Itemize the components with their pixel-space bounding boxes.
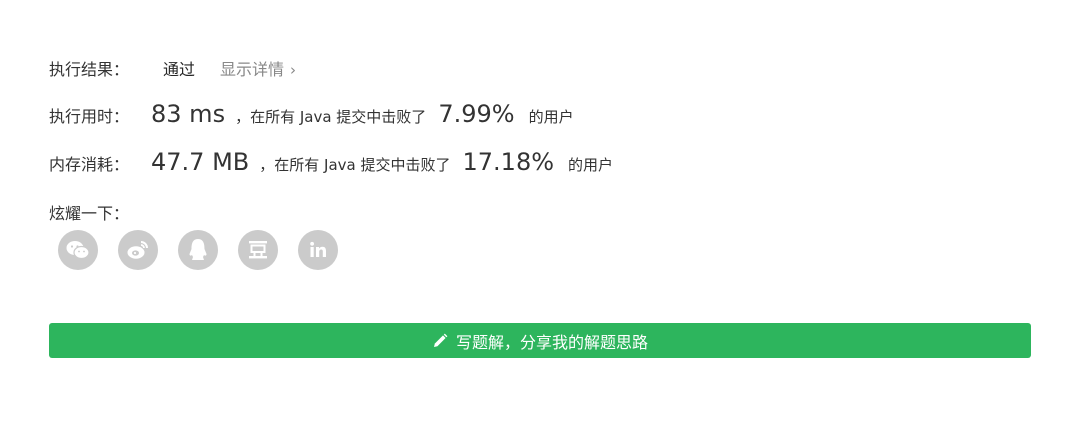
runtime-sentence: ，在所有 Java 提交中击败了 <box>235 108 427 126</box>
runtime-row: 执行用时： 83 ms ，在所有 Java 提交中击败了 7.99% 的用户 <box>49 100 574 128</box>
show-details-label: 显示详情 <box>220 60 285 79</box>
memory-percent: 17.18% <box>462 148 555 176</box>
share-row: 炫耀一下： <box>49 200 129 224</box>
runtime-percent: 7.99% <box>438 100 515 128</box>
linkedin-icon[interactable] <box>298 230 338 270</box>
result-row: 执行结果： 通过 显示详情 › <box>49 56 296 80</box>
pencil-icon <box>433 333 448 347</box>
runtime-value: 83 ms <box>151 100 226 128</box>
memory-row: 内存消耗： 47.7 MB ，在所有 Java 提交中击败了 17.18% 的用… <box>49 148 613 176</box>
share-label: 炫耀一下： <box>49 204 130 223</box>
runtime-suffix: 的用户 <box>528 108 574 126</box>
memory-suffix: 的用户 <box>568 156 614 174</box>
result-label: 执行结果： <box>49 60 130 79</box>
wechat-icon[interactable] <box>58 230 98 270</box>
runtime-label: 执行用时： <box>49 107 130 126</box>
write-solution-label: 写题解，分享我的解题思路 <box>455 332 648 352</box>
show-details-link[interactable]: 显示详情 › <box>220 56 296 80</box>
memory-label: 内存消耗： <box>49 155 130 174</box>
qq-icon[interactable] <box>178 230 218 270</box>
memory-value: 47.7 MB <box>151 148 250 176</box>
status-badge: 通过 <box>163 60 196 79</box>
weibo-icon[interactable] <box>118 230 158 270</box>
share-icons <box>58 230 338 270</box>
memory-sentence: ，在所有 Java 提交中击败了 <box>259 156 451 174</box>
douban-icon[interactable] <box>238 230 278 270</box>
write-solution-button[interactable]: 写题解，分享我的解题思路 <box>49 323 1031 358</box>
chevron-right-icon: › <box>290 61 297 79</box>
